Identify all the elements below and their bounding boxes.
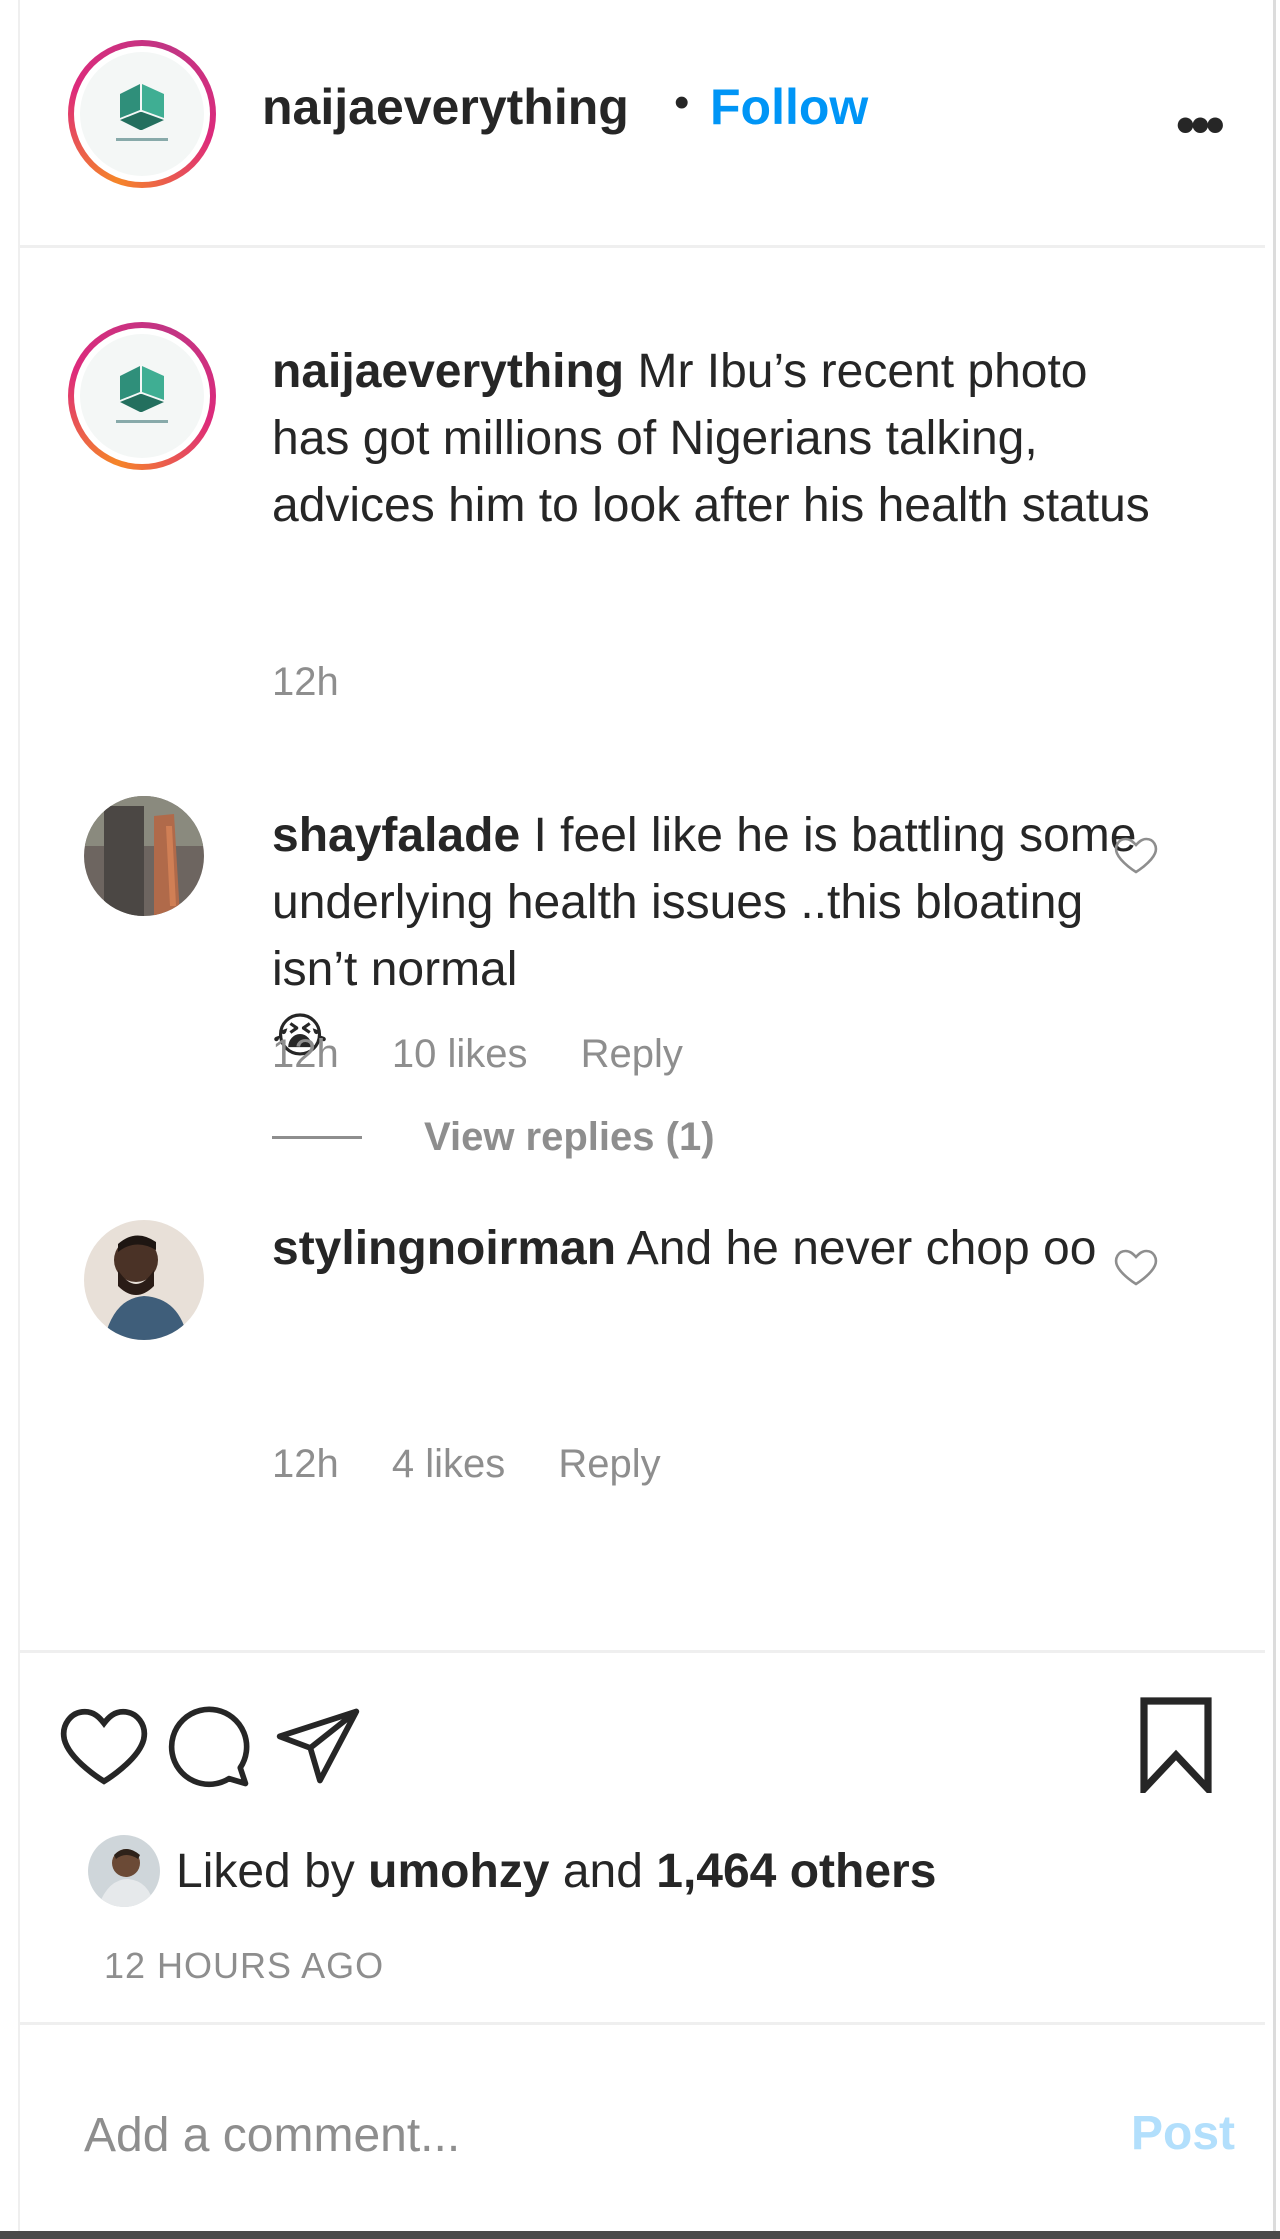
comment-like-heart-icon[interactable] <box>1110 1242 1162 1290</box>
comment-likes[interactable]: 4 likes <box>392 1442 505 1486</box>
post-actions: Liked by umohzy and 1,464 others 12 HOUR… <box>20 1650 1265 2025</box>
caption-meta: 12h <box>272 660 381 705</box>
comment-meta: 12h 4 likes Reply <box>272 1442 703 1487</box>
liked-by-others[interactable]: 1,464 others <box>656 1845 936 1898</box>
caption-text-block: naijaeverything Mr Ibu’s recent photo ha… <box>272 338 1172 539</box>
comment-username[interactable]: stylingnoirman <box>272 1222 616 1275</box>
view-replies-label: View replies (1) <box>424 1114 715 1159</box>
reply-button[interactable]: Reply <box>581 1032 683 1076</box>
heart-icon[interactable] <box>58 1703 150 1787</box>
comment-text-block: stylingnoirman And he never chop oo <box>272 1215 1172 1282</box>
scrollbar-track[interactable] <box>1273 0 1276 2239</box>
liked-by-text: Liked by umohzy and 1,464 others <box>176 1844 936 1899</box>
liked-by-prefix: Liked by <box>176 1844 355 1898</box>
comment-meta: 12h 10 likes Reply <box>272 1032 725 1077</box>
bookmark-icon[interactable] <box>1136 1697 1216 1793</box>
view-replies-line <box>272 1135 362 1139</box>
naijaeverything-logo <box>80 52 204 176</box>
add-comment-bar: Post <box>20 2030 1265 2230</box>
more-options-icon[interactable]: ••• <box>1176 94 1225 156</box>
bottom-edge <box>0 2231 1280 2239</box>
naijaeverything-logo <box>80 334 204 458</box>
avatar[interactable] <box>84 1220 204 1340</box>
post-button[interactable]: Post <box>1131 2106 1235 2161</box>
comment-likes[interactable]: 10 likes <box>392 1032 528 1076</box>
comment-input[interactable] <box>84 2100 984 2170</box>
comment-time: 12h <box>272 1442 339 1486</box>
comment-like-heart-icon[interactable] <box>1110 830 1162 878</box>
comment-text: And he never chop oo <box>626 1222 1097 1275</box>
reply-button[interactable]: Reply <box>558 1442 660 1486</box>
follow-button[interactable]: Follow <box>710 78 868 136</box>
comment-time: 12h <box>272 1032 339 1076</box>
comments-section: naijaeverything Mr Ibu’s recent photo ha… <box>20 250 1265 1650</box>
post-header: naijaeverything • Follow ••• <box>20 0 1265 248</box>
avatar[interactable] <box>84 796 204 916</box>
comment-username[interactable]: shayfalade <box>272 809 520 862</box>
caption-time: 12h <box>272 660 339 704</box>
comment-icon[interactable] <box>162 1701 254 1791</box>
paper-plane-icon[interactable] <box>272 1703 364 1789</box>
caption-username[interactable]: naijaeverything <box>272 345 624 398</box>
profile-avatar[interactable] <box>68 40 216 188</box>
liked-by-and: and <box>562 1844 643 1898</box>
header-separator: • <box>674 78 690 127</box>
header-username[interactable]: naijaeverything <box>262 78 629 136</box>
post-timestamp[interactable]: 12 HOURS AGO <box>104 1945 384 1987</box>
avatar[interactable] <box>88 1835 160 1907</box>
view-replies-button[interactable]: View replies (1) <box>272 1112 715 1162</box>
comment-text-block: shayfalade I feel like he is battling so… <box>272 802 1172 1070</box>
caption-avatar[interactable] <box>68 322 216 470</box>
liked-by-user[interactable]: umohzy <box>368 1845 549 1898</box>
post-panel: naijaeverything • Follow ••• naijaeveryt… <box>0 0 1280 2239</box>
likes-summary: Liked by umohzy and 1,464 others <box>88 1833 936 1909</box>
